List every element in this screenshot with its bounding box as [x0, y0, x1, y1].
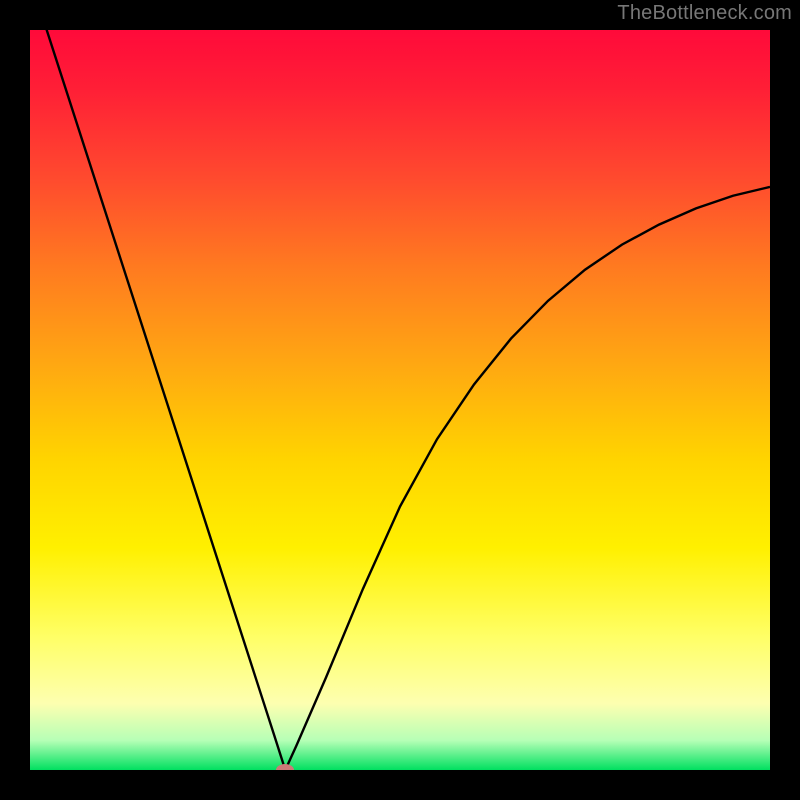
- minimum-marker: [276, 764, 294, 770]
- bottleneck-curve: [30, 30, 770, 770]
- chart-frame: TheBottleneck.com: [0, 0, 800, 800]
- plot-area: [30, 30, 770, 770]
- watermark-text: TheBottleneck.com: [617, 2, 792, 25]
- curve-path: [30, 30, 770, 770]
